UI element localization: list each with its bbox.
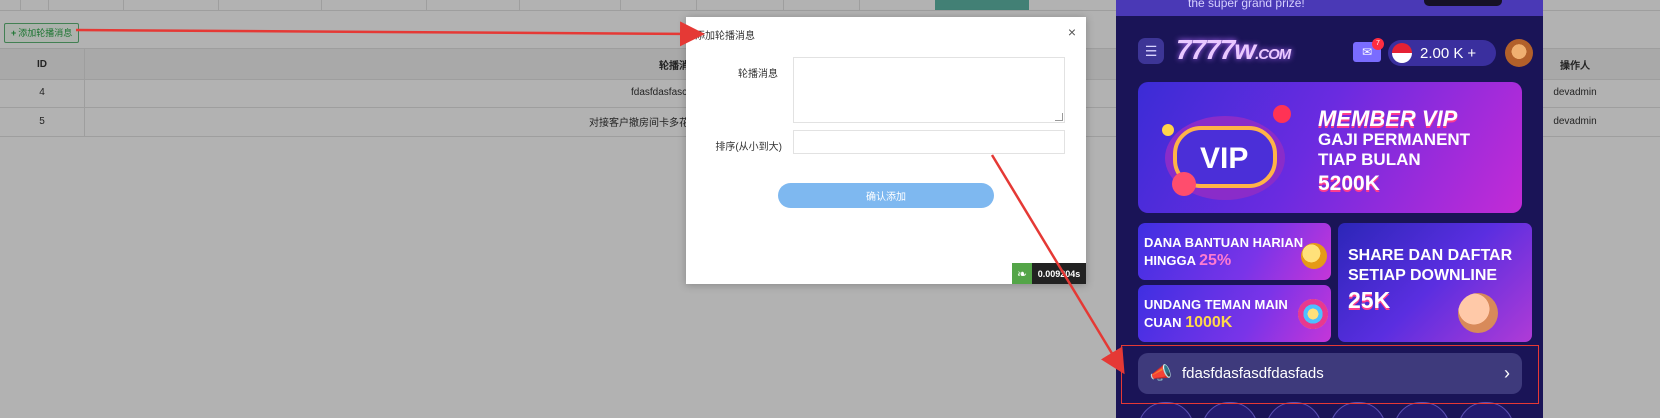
mail-badge: 7 — [1372, 38, 1384, 50]
coin-icon — [1301, 243, 1327, 269]
admin-page: + 添加轮播消息 ID 轮播消 操作人 4 fdasfdasfasc devadm… — [0, 0, 1660, 418]
promo2-highlight: 1000K — [1185, 314, 1233, 331]
game-category-row — [1138, 402, 1538, 418]
game-category-item[interactable] — [1138, 402, 1194, 418]
top-banner-text: the super grand prize! — [1188, 0, 1305, 10]
site-logo: 7777w.COM — [1176, 34, 1291, 66]
promo-share-register[interactable]: SHARE DAN DAFTAR SETIAP DOWNLINE 25K — [1338, 223, 1532, 342]
game-category-item[interactable] — [1330, 402, 1386, 418]
message-textarea[interactable] — [793, 57, 1065, 123]
logo-text: 7777w — [1176, 34, 1256, 65]
promo1-line2: HINGGA — [1144, 253, 1196, 268]
promo3-line1: SHARE DAN DAFTAR — [1348, 247, 1513, 264]
highlight-box — [1121, 345, 1539, 404]
preview-header: ☰ 7777w.COM ✉ 7 2.00 K + — [1116, 34, 1543, 72]
promo-invite-friends[interactable]: UNDANG TEMAN MAIN CUAN 1000K — [1138, 285, 1331, 342]
top-banner-button[interactable] — [1424, 0, 1502, 6]
banner-amount: 5200K — [1318, 172, 1380, 195]
banner-line-1: GAJI PERMANENT — [1318, 130, 1471, 149]
game-category-item[interactable] — [1202, 402, 1258, 418]
svg-text:VIP: VIP — [1200, 142, 1248, 175]
promo3-amount: 25K — [1348, 287, 1391, 313]
order-input[interactable] — [793, 130, 1065, 154]
preview-top-banner: the super grand prize! — [1116, 0, 1543, 16]
confirm-add-button[interactable]: 确认添加 — [778, 183, 994, 208]
logo-domain: .COM — [1255, 46, 1291, 63]
promo2-line1: UNDANG TEMAN MAIN — [1144, 297, 1288, 312]
prize-wheel-icon — [1298, 299, 1328, 329]
slot-machine-illustration: VIP — [1162, 105, 1291, 200]
banner-line-2: TIAP BULAN — [1318, 150, 1421, 169]
game-category-item[interactable] — [1458, 402, 1514, 418]
load-timer-badge: ❧ 0.009204s — [1012, 263, 1086, 284]
balance-value: 2.00 K — [1420, 44, 1464, 62]
close-icon[interactable]: × — [1068, 24, 1076, 40]
avatar[interactable] — [1505, 39, 1533, 67]
handshake-icon — [1458, 293, 1498, 333]
game-category-item[interactable] — [1394, 402, 1450, 418]
vip-banner[interactable]: VIP MEMBER VIP GAJI PERMANENT TIAP BULAN… — [1138, 82, 1522, 213]
add-message-dialog: 添加轮播消息 × 轮播消息 排序(从小到大) 确认添加 ❧ 0.009204s — [686, 17, 1086, 284]
promo2-line2: CUAN — [1144, 315, 1182, 330]
add-funds-icon[interactable]: + — [1467, 45, 1476, 62]
message-label: 轮播消息 — [738, 69, 778, 80]
resize-handle-icon[interactable] — [1055, 113, 1063, 121]
timer-value: 0.009204s — [1032, 263, 1086, 284]
indonesia-flag-icon — [1392, 43, 1412, 63]
leaf-icon: ❧ — [1012, 263, 1032, 284]
dialog-title: 添加轮播消息 — [695, 31, 755, 42]
order-label: 排序(从小到大) — [715, 142, 782, 153]
promo1-highlight: 25% — [1199, 252, 1232, 269]
game-category-item[interactable] — [1266, 402, 1322, 418]
menu-icon[interactable]: ☰ — [1138, 38, 1164, 64]
banner-title: MEMBER VIP — [1318, 106, 1458, 131]
promo3-line2: SETIAP DOWNLINE — [1348, 267, 1498, 284]
promo-daily-bonus[interactable]: DANA BANTUAN HARIAN HINGGA 25% — [1138, 223, 1331, 280]
balance-pill[interactable]: 2.00 K + — [1388, 40, 1496, 66]
promo1-line1: DANA BANTUAN HARIAN — [1144, 235, 1304, 250]
